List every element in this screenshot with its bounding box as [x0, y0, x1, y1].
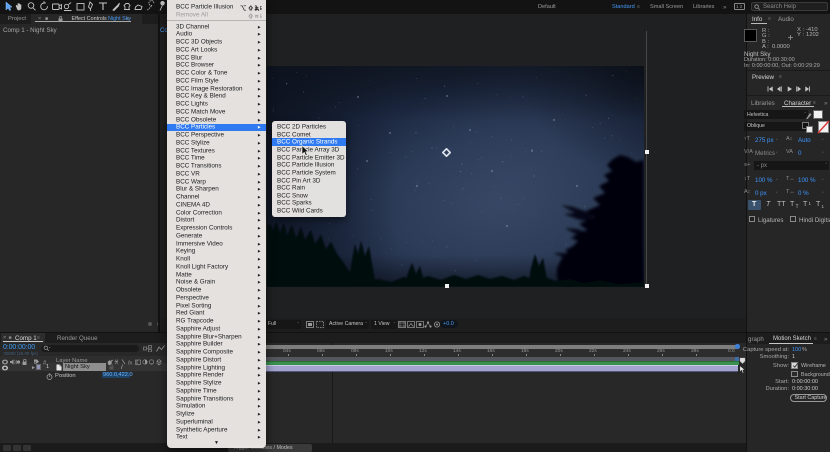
- svg-text:fx: fx: [128, 360, 133, 366]
- svg-text:E: E: [260, 6, 262, 11]
- svg-text:E: E: [260, 14, 262, 19]
